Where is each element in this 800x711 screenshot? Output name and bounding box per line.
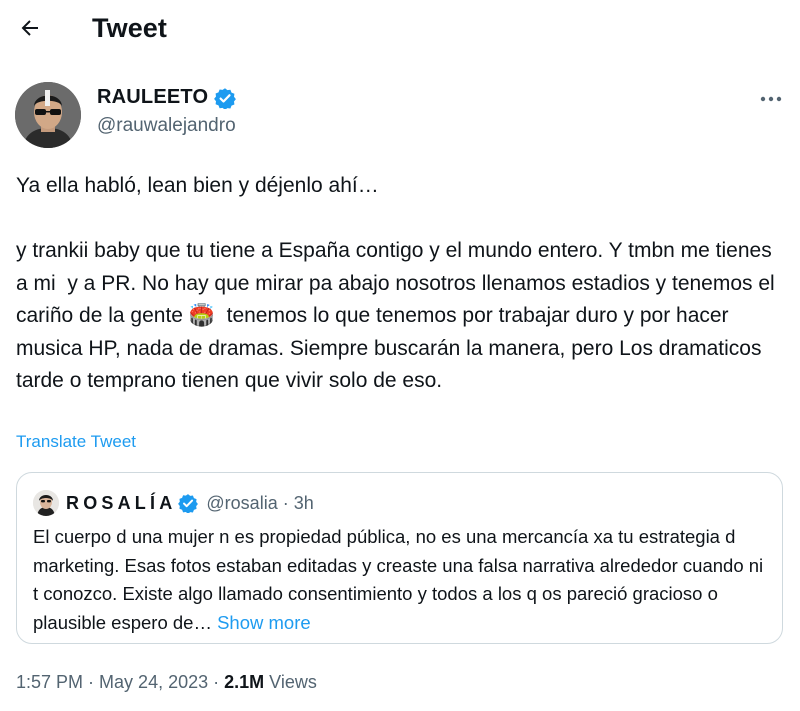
quoted-tweet-text: El cuerpo d una mujer n es propiedad púb… xyxy=(33,523,773,637)
tweet-time[interactable]: 1:57 PM xyxy=(16,672,83,692)
quoted-author-name: ROSALÍA xyxy=(66,492,177,513)
more-options-button[interactable] xyxy=(753,88,789,110)
quoted-separator: · xyxy=(282,492,289,513)
author-avatar[interactable] xyxy=(15,82,81,148)
author-display-name[interactable]: RAULEETO xyxy=(97,86,208,109)
views-count: 2.1M xyxy=(224,672,265,692)
quoted-author-handle: @rosalia xyxy=(206,492,278,513)
quoted-tweet-header: ROSALÍA @rosalia · 3h xyxy=(66,490,314,516)
page-title: Tweet xyxy=(92,13,168,43)
author-name-row[interactable]: RAULEETO xyxy=(97,86,237,109)
meta-separator: · xyxy=(213,672,220,692)
quoted-tweet-body: El cuerpo d una mujer n es propiedad púb… xyxy=(33,526,764,633)
show-more-link[interactable]: Show more xyxy=(217,612,311,633)
tweet-date[interactable]: May 24, 2023 xyxy=(99,672,208,692)
quoted-tweet[interactable]: ROSALÍA @rosalia · 3h El cuerpo d una mu… xyxy=(16,472,783,644)
quoted-timestamp: 3h xyxy=(293,492,314,513)
arrow-left-icon xyxy=(21,20,38,36)
verified-badge-icon xyxy=(178,494,199,513)
translate-tweet-link[interactable]: Translate Tweet xyxy=(16,432,136,452)
more-horizontal-icon xyxy=(760,96,782,102)
views-label: Views xyxy=(269,672,317,692)
verified-badge-icon xyxy=(214,87,237,109)
tweet-header: Tweet xyxy=(0,0,800,58)
back-button[interactable] xyxy=(14,12,46,44)
quoted-author-avatar xyxy=(33,490,59,516)
tweet-metadata: 1:57 PM · May 24, 2023 · 2.1M Views xyxy=(16,672,317,693)
tweet-text: Ya ella habló, lean bien y déjenlo ahí… … xyxy=(16,174,775,392)
meta-separator: · xyxy=(88,672,95,692)
quoted-verified-badge xyxy=(178,493,199,513)
author-handle[interactable]: @rauwalejandro xyxy=(97,115,236,137)
